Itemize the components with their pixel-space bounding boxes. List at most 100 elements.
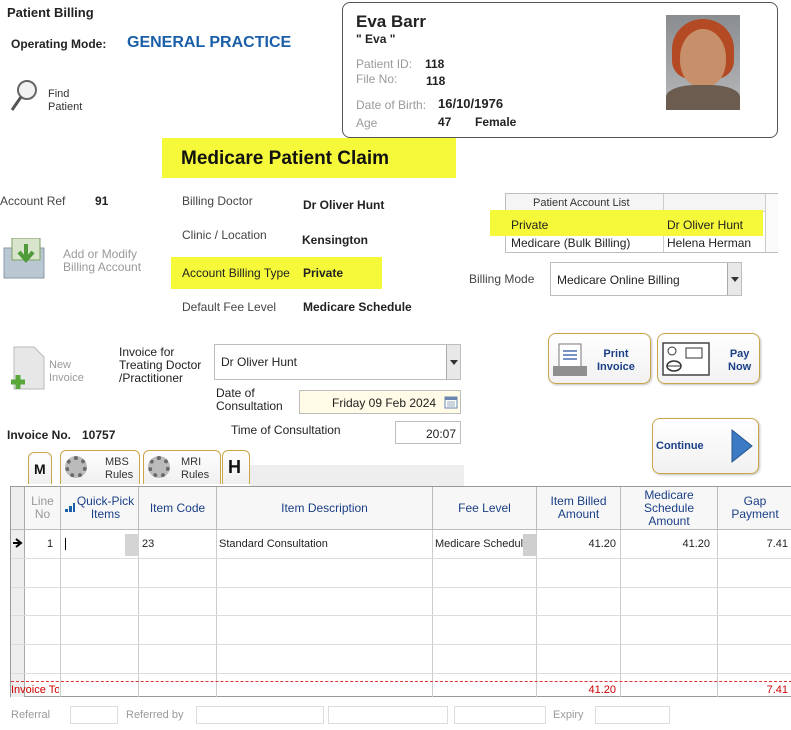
billing-mode-value: Medicare Online Billing	[557, 273, 680, 287]
file-no-value: 118	[426, 74, 446, 88]
tab-m-label: M	[34, 461, 46, 477]
totals-billed: 41.20	[588, 684, 616, 696]
row1-schedule-amount: 41.20	[682, 538, 710, 550]
gear-icon	[148, 456, 170, 478]
pay-now-label: Pay Now	[728, 348, 752, 373]
patient-photo	[666, 15, 740, 110]
add-modify-account-button[interactable]: Add or Modify Billing Account	[0, 236, 150, 282]
referral-label: Referral	[11, 709, 51, 721]
chevron-down-icon[interactable]	[125, 534, 139, 556]
account-ref-label: Account Ref	[0, 194, 66, 208]
col-quick-pick[interactable]: Quick-Pick Items	[61, 487, 139, 529]
add-modify-account-label: Add or Modify Billing Account	[63, 247, 142, 274]
billing-mode-label: Billing Mode	[469, 272, 535, 286]
expiry-input[interactable]	[595, 706, 670, 724]
col-schedule-amount: Medicare Schedule Amount	[621, 487, 718, 529]
billing-mode-select[interactable]: Medicare Online Billing	[550, 262, 742, 296]
continue-label: Continue	[656, 440, 704, 452]
col-item-billed: Item Billed Amount	[537, 487, 621, 529]
print-invoice-label: Print Invoice	[597, 348, 635, 373]
account-row-doctor[interactable]: Helena Herman	[667, 236, 751, 250]
payment-card-icon	[662, 342, 710, 376]
tab-m[interactable]: M	[28, 452, 52, 484]
row1-billed-amount[interactable]: 41.20	[588, 538, 616, 550]
operating-mode-value: GENERAL PRACTICE	[127, 34, 292, 51]
patient-id-label: Patient ID:	[356, 57, 413, 71]
tab-mbs-label: MBS Rules	[105, 456, 134, 481]
chevron-down-icon[interactable]	[523, 534, 536, 556]
new-invoice-button[interactable]: New Invoice	[8, 345, 103, 391]
col-item-code: Item Code	[139, 487, 217, 529]
account-row-doctor: Dr Oliver Hunt	[667, 218, 744, 232]
expiry-label: Expiry	[553, 709, 584, 721]
arrow-right-icon	[731, 428, 753, 464]
dob-label: Date of Birth:	[356, 98, 427, 112]
chevron-down-icon[interactable]	[727, 263, 741, 295]
age-value: 47	[438, 115, 452, 129]
billing-type-value: Private	[303, 266, 344, 280]
continue-button[interactable]: Continue	[652, 418, 759, 474]
billing-type-label: Account Billing Type	[182, 266, 290, 280]
pay-now-button[interactable]: Pay Now	[657, 333, 760, 384]
row1-item-description[interactable]: Standard Consultation	[219, 538, 328, 550]
gear-icon	[65, 456, 87, 478]
find-patient-label: Find Patient	[48, 88, 83, 113]
dob-value: 16/10/1976	[438, 96, 504, 111]
patient-nickname: " Eva "	[356, 32, 396, 46]
new-invoice-label: New Invoice	[49, 359, 84, 384]
row1-item-code[interactable]: 23	[142, 538, 154, 550]
account-add-icon	[3, 238, 45, 279]
treating-doctor-value: Dr Oliver Hunt	[221, 355, 298, 369]
col-line-no: Line No	[25, 487, 61, 529]
find-patient-button[interactable]: Find Patient	[9, 78, 104, 116]
referral-input[interactable]	[70, 706, 118, 724]
invoice-no-label: Invoice No.	[7, 428, 72, 442]
account-row-type[interactable]: Medicare (Bulk Billing)	[511, 236, 630, 250]
page-title: Patient Billing	[7, 5, 94, 20]
calendar-icon[interactable]	[444, 395, 458, 409]
row1-quick-pick-select[interactable]	[63, 534, 139, 556]
tab-mbs-rules[interactable]: MBS Rules	[60, 450, 140, 484]
consultation-date-input[interactable]: Friday 09 Feb 2024	[299, 390, 461, 414]
fee-level-value: Medicare Schedule	[303, 300, 412, 314]
referral-detail-input[interactable]	[328, 706, 448, 724]
clinic-value: Kensington	[302, 233, 368, 247]
chevron-down-icon[interactable]	[446, 345, 460, 379]
invoice-items-grid[interactable]: Line No Quick-Pick Items Item Code Item …	[10, 486, 791, 697]
tab-mri-rules[interactable]: MRI Rules	[143, 450, 221, 484]
row-pointer-icon	[13, 538, 23, 548]
consultation-date-value: Friday 09 Feb 2024	[332, 396, 437, 410]
tab-h-label: H	[228, 457, 241, 477]
clinic-label: Clinic / Location	[182, 228, 267, 242]
row1-line-no: 1	[47, 538, 54, 550]
sex-value: Female	[475, 115, 517, 129]
tab-h[interactable]: H	[222, 450, 250, 484]
referred-by-label: Referred by	[126, 709, 184, 721]
consultation-time-input[interactable]: 20:07	[395, 421, 461, 444]
account-list-scrollbar[interactable]	[765, 194, 778, 252]
consultation-time-label: Time of Consultation	[231, 423, 341, 437]
row1-gap-payment: 7.41	[766, 538, 788, 550]
file-no-label: File No:	[356, 72, 398, 86]
consultation-date-label: Date of Consultation	[216, 386, 283, 413]
treating-doctor-label: Invoice for Treating Doctor /Practitione…	[119, 345, 202, 385]
consultation-time-value: 20:07	[425, 427, 456, 441]
totals-gap: 7.41	[766, 684, 788, 696]
row1-fee-level[interactable]: Medicare Schedule	[435, 538, 529, 550]
col-gap-payment: Gap Payment	[718, 487, 791, 529]
treating-doctor-select[interactable]: Dr Oliver Hunt	[214, 344, 461, 380]
invoice-no-value: 10757	[82, 428, 116, 442]
referral-date-input[interactable]	[454, 706, 546, 724]
account-row-type: Private	[511, 218, 549, 232]
print-invoice-button[interactable]: Print Invoice	[548, 333, 651, 384]
new-document-icon	[11, 346, 45, 390]
account-list-header: Patient Account List	[533, 197, 630, 209]
tab-mri-label: MRI Rules	[181, 456, 210, 481]
billing-doctor-value: Dr Oliver Hunt	[303, 198, 385, 212]
patient-id-value: 118	[425, 57, 445, 71]
printer-icon	[553, 343, 587, 376]
operating-mode-label: Operating Mode:	[11, 37, 107, 51]
magnifier-icon	[10, 80, 37, 111]
referred-by-input[interactable]	[196, 706, 324, 724]
col-fee-level: Fee Level	[433, 487, 537, 529]
